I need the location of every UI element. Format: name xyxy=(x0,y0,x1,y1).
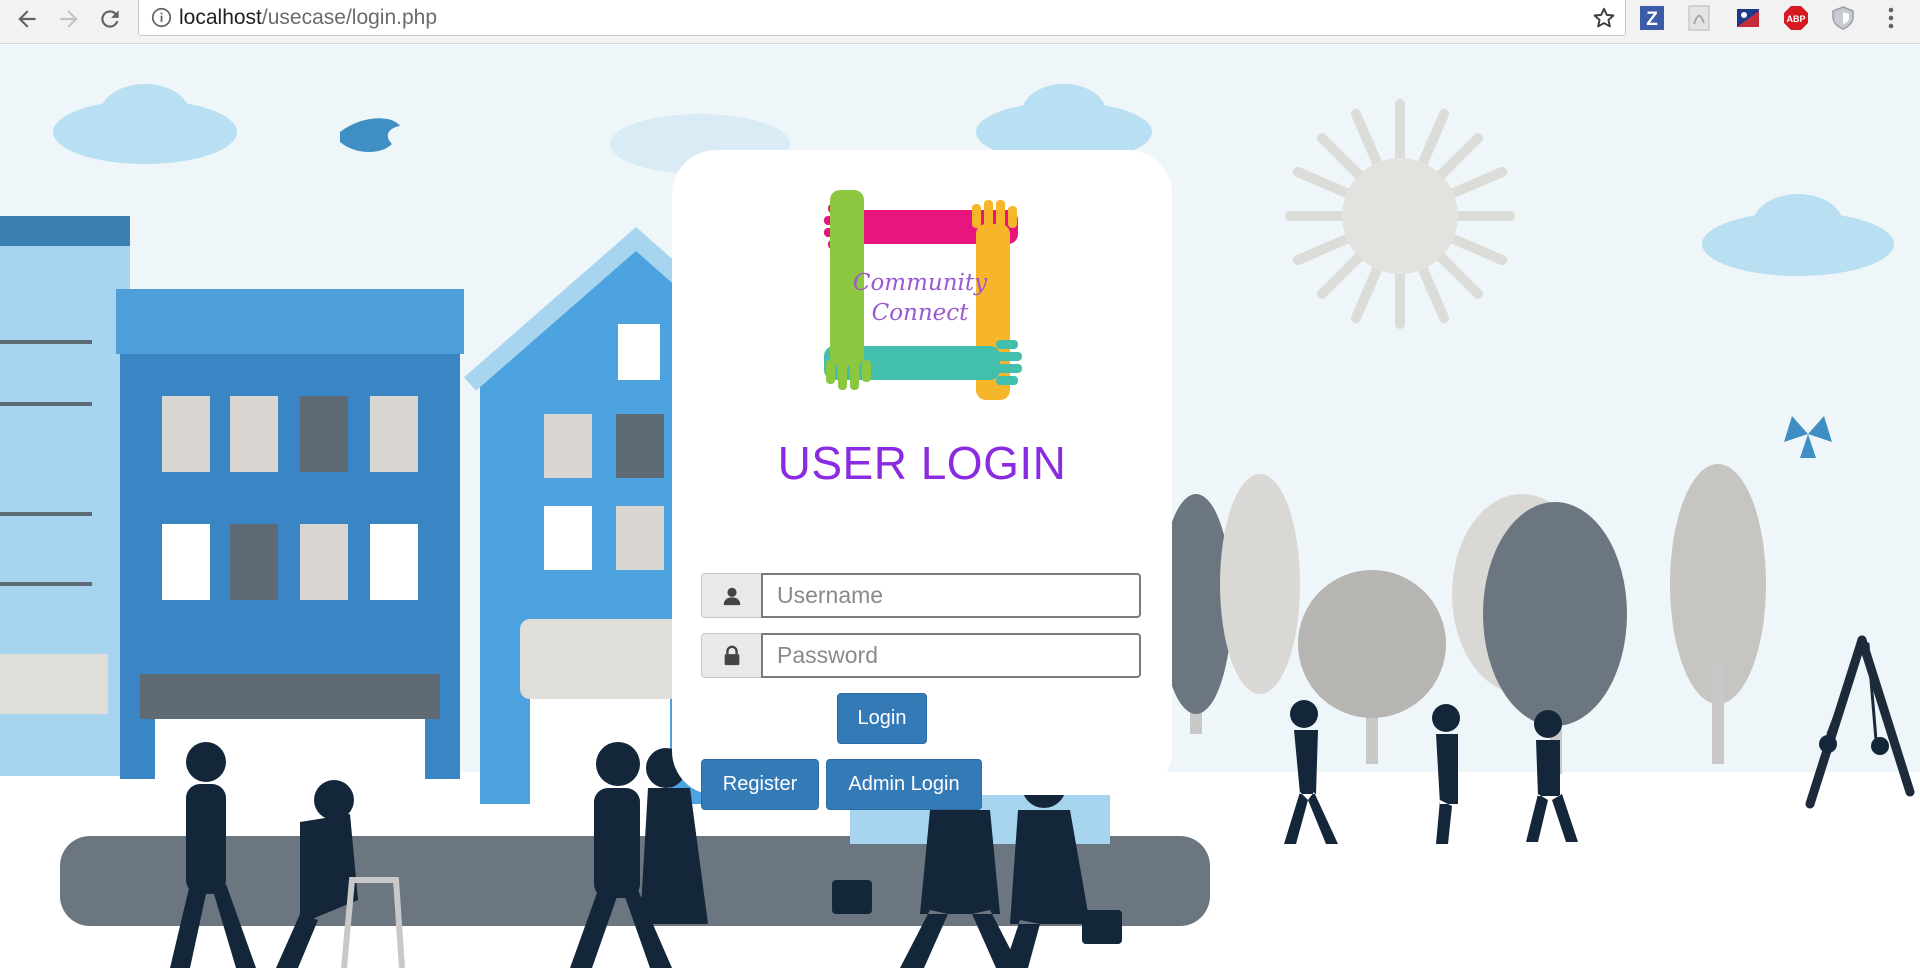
register-button[interactable]: Register xyxy=(701,759,819,810)
community-connect-logo: Community Connect xyxy=(824,190,1022,400)
sun-shape xyxy=(1285,99,1515,329)
forward-button[interactable] xyxy=(52,2,86,36)
logo-text-line1: Community xyxy=(853,270,988,296)
pdf-extension-icon xyxy=(1688,5,1710,31)
forward-icon xyxy=(60,10,78,28)
username-input[interactable] xyxy=(761,573,1141,618)
browser-menu-button[interactable] xyxy=(1878,5,1904,31)
reload-icon xyxy=(101,10,119,28)
trees-shape xyxy=(1160,464,1766,774)
svg-text:ABP: ABP xyxy=(1786,14,1805,24)
back-icon xyxy=(18,10,36,28)
lock-icon xyxy=(724,645,740,665)
password-input[interactable] xyxy=(761,633,1141,678)
flag-extension-icon xyxy=(1737,9,1759,27)
login-title: USER LOGIN xyxy=(777,437,1067,489)
logo-text-line2: Connect xyxy=(872,300,970,326)
reload-button[interactable] xyxy=(93,2,127,36)
shield-extension-icon xyxy=(1832,6,1854,30)
butterfly-shape xyxy=(1784,416,1832,458)
menu-icon xyxy=(1888,7,1894,29)
address-bar[interactable]: localhost/usecase/login.php xyxy=(138,0,1626,36)
password-addon xyxy=(701,633,763,678)
login-page: Community Connect USER LOGIN Login xyxy=(0,44,1920,968)
zotero-extension-button[interactable]: Z xyxy=(1639,5,1665,31)
admin-login-button[interactable]: Admin Login xyxy=(826,759,982,810)
password-input-group xyxy=(701,633,1141,678)
shield-extension-button[interactable] xyxy=(1830,5,1856,31)
username-addon xyxy=(701,573,763,618)
login-card: Community Connect USER LOGIN Login xyxy=(672,150,1172,810)
browser-toolbar: localhost/usecase/login.php Z ABP xyxy=(0,0,1920,44)
flag-extension-button[interactable] xyxy=(1735,5,1761,31)
zotero-extension-icon: Z xyxy=(1640,6,1664,30)
url-path: /usecase/login.php xyxy=(261,6,438,29)
user-icon xyxy=(723,587,741,605)
adblock-plus-icon: ABP xyxy=(1784,6,1808,30)
url-text[interactable]: localhost/usecase/login.php xyxy=(179,6,437,30)
info-icon[interactable] xyxy=(151,7,172,28)
url-host: localhost xyxy=(179,6,262,29)
username-input-group xyxy=(701,573,1141,618)
bookmark-star-icon[interactable] xyxy=(1591,5,1617,31)
pdf-extension-button[interactable] xyxy=(1686,5,1712,31)
adblock-plus-button[interactable]: ABP xyxy=(1783,5,1809,31)
back-button[interactable] xyxy=(10,2,44,36)
login-button[interactable]: Login xyxy=(837,693,927,744)
svg-text:Z: Z xyxy=(1646,9,1658,30)
bird-shape xyxy=(340,118,400,153)
